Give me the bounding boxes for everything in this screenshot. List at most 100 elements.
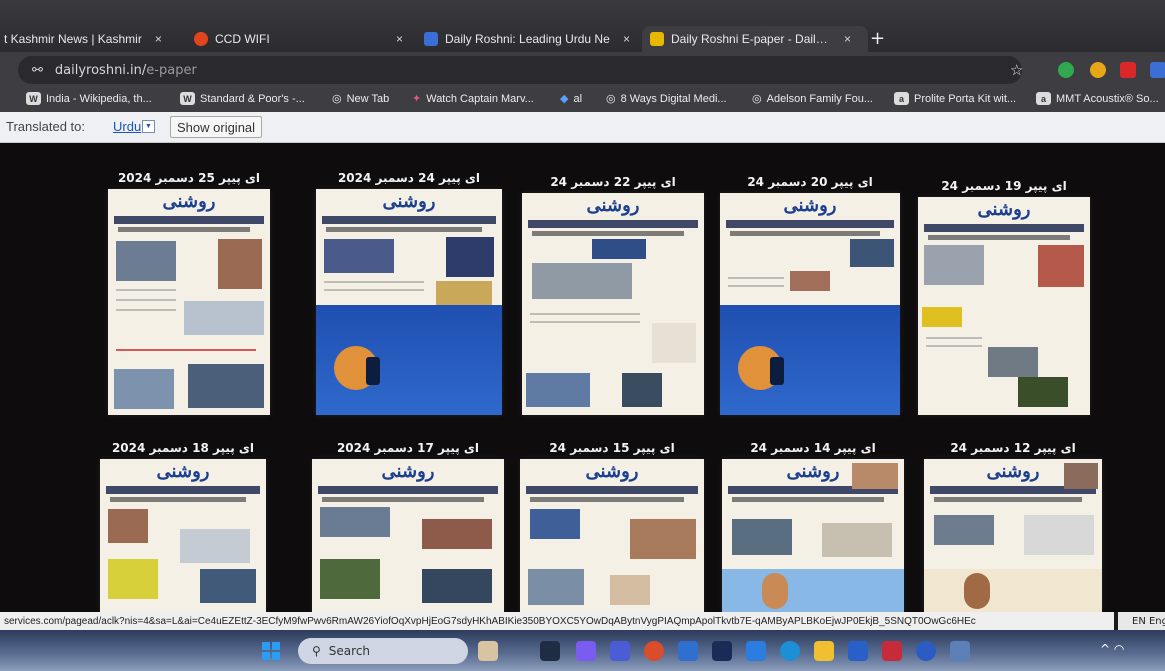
bookmark-item[interactable]: ◎ Adelson Family Fou... bbox=[752, 92, 873, 106]
bookmark-item[interactable]: a Prolite Porta Kit wit... bbox=[894, 92, 1016, 105]
newspaper-page: روشنی bbox=[312, 459, 504, 612]
media-player-icon[interactable] bbox=[916, 641, 936, 661]
bookmark-item[interactable]: W Standard & Poor's -... bbox=[180, 92, 305, 105]
taskbar-search[interactable]: ⚲ Search bbox=[298, 638, 468, 664]
bookmark-item[interactable]: ◎ New Tab bbox=[332, 92, 390, 106]
tab-title: Daily Roshni: Leading Urdu Ne bbox=[445, 32, 610, 46]
copilot-icon[interactable] bbox=[576, 641, 596, 661]
bookmark-item[interactable]: a MMT Acoustix® So... bbox=[1036, 92, 1159, 105]
task-view-icon[interactable] bbox=[540, 641, 560, 661]
windows-start-icon[interactable] bbox=[262, 642, 280, 660]
newspaper-page: روشنی bbox=[108, 189, 270, 415]
teams-icon[interactable] bbox=[610, 641, 630, 661]
mail-icon[interactable] bbox=[746, 641, 766, 661]
show-original-button[interactable]: Show original bbox=[170, 116, 263, 138]
toolbar: ⚯ dailyroshni.in/e-paper ☆ bbox=[0, 52, 1165, 88]
epaper-date: ای پیپر 25 دسمبر 2024 bbox=[117, 171, 261, 185]
app-icon[interactable] bbox=[950, 641, 970, 661]
globe-icon: ◎ bbox=[606, 93, 616, 105]
bookmark-label: New Tab bbox=[346, 92, 390, 105]
epaper-date: ای پیپر 15 دسمبر 24 bbox=[549, 441, 675, 455]
tab-ccd-wifi-close[interactable]: × bbox=[390, 26, 403, 52]
app-icon[interactable] bbox=[712, 641, 732, 661]
bookmark-item[interactable]: ◎ 8 Ways Digital Medi... bbox=[606, 92, 727, 106]
tab-close-icon[interactable]: × bbox=[155, 32, 162, 46]
epaper-date: ای پیپر 20 دسمبر 24 bbox=[747, 175, 873, 189]
tab-ccd-wifi[interactable]: CCD WIFI bbox=[194, 26, 384, 52]
tab-close-icon[interactable]: × bbox=[396, 32, 403, 46]
epaper-date: ای پیپر 22 دسمبر 24 bbox=[550, 175, 676, 189]
translate-label: Translated to: bbox=[6, 119, 86, 134]
address-path: e-paper bbox=[146, 62, 197, 78]
tab-title: CCD WIFI bbox=[215, 32, 270, 46]
address-bar[interactable]: ⚯ dailyroshni.in/e-paper bbox=[18, 56, 1022, 84]
bookmark-label: India - Wikipedia, th... bbox=[46, 92, 152, 105]
translate-language-link[interactable]: Urdu bbox=[113, 119, 141, 134]
masthead: روشنی bbox=[156, 460, 210, 482]
amazon-icon: a bbox=[894, 92, 909, 105]
store-icon[interactable] bbox=[678, 641, 698, 661]
epaper-thumbnail[interactable]: ای پیپر 12 دسمبر 24 روشنی bbox=[924, 441, 1102, 612]
epaper-favicon-icon bbox=[650, 32, 664, 46]
epaper-thumbnail[interactable]: ای پیپر 18 دسمبر 2024 روشنی bbox=[100, 441, 266, 612]
bookmarks-bar: W India - Wikipedia, th... W Standard & Po… bbox=[0, 88, 1165, 112]
epaper-thumbnail[interactable]: ای پیپر 14 دسمبر 24 روشنی bbox=[722, 441, 904, 612]
app-icon[interactable] bbox=[848, 641, 868, 661]
masthead: روشنی bbox=[162, 190, 216, 212]
extension-icon[interactable] bbox=[1150, 62, 1165, 78]
extension-icon[interactable] bbox=[1058, 62, 1074, 78]
extension-icon[interactable] bbox=[1090, 62, 1106, 78]
translate-bar: Translated to: Urdu ▼ Show original bbox=[0, 112, 1165, 143]
globe-icon: ◎ bbox=[332, 93, 342, 105]
bookmark-item[interactable]: ◆ al bbox=[560, 92, 582, 106]
epaper-date: ای پیپر 24 دسمبر 2024 bbox=[337, 171, 481, 185]
tab-title: t Kashmir News | Kashmir bbox=[4, 32, 142, 46]
newspaper-page: روشنی bbox=[316, 189, 502, 415]
edge-icon[interactable] bbox=[780, 641, 800, 661]
tab-close-icon[interactable]: × bbox=[844, 32, 851, 46]
epaper-thumbnail[interactable]: ای پیپر 17 دسمبر 2024 روشنی bbox=[312, 441, 504, 612]
bookmark-label: MMT Acoustix® So... bbox=[1056, 92, 1159, 105]
newspaper-page: روشنی bbox=[520, 459, 704, 612]
epaper-thumbnail[interactable]: ای پیپر 15 دسمبر 24 روشنی bbox=[520, 441, 704, 612]
pdf-extension-icon[interactable] bbox=[1120, 62, 1136, 78]
new-tab-button[interactable]: + bbox=[870, 28, 885, 49]
language-dropdown-icon[interactable]: ▼ bbox=[142, 120, 155, 133]
bookmark-label: Adelson Family Fou... bbox=[766, 92, 873, 105]
globe-icon: ◎ bbox=[752, 93, 762, 105]
file-explorer-icon[interactable] bbox=[814, 641, 834, 661]
masthead: روشنی bbox=[986, 460, 1040, 482]
masthead: روشنی bbox=[586, 194, 640, 216]
site-info-icon[interactable]: ⚯ bbox=[32, 63, 43, 78]
epaper-thumbnail[interactable]: ای پیپر 19 دسمبر 24 روشنی bbox=[918, 179, 1090, 415]
masthead: روشنی bbox=[786, 460, 840, 482]
masthead: روشنی bbox=[381, 460, 435, 482]
bookmark-label: 8 Ways Digital Medi... bbox=[620, 92, 727, 105]
tab-kashmir-news[interactable]: t Kashmir News | Kashmir × bbox=[4, 26, 172, 52]
epaper-thumbnail[interactable]: ای پیپر 20 دسمبر 24 روشنی bbox=[720, 175, 900, 415]
epaper-grid: ای پیپر 25 دسمبر 2024 روشنی ای پیپر 24 د… bbox=[0, 143, 1165, 612]
language-indicator[interactable]: EN Eng bbox=[1118, 612, 1165, 630]
wikipedia-icon: W bbox=[26, 92, 41, 105]
app-icon[interactable] bbox=[882, 641, 902, 661]
amazon-icon: a bbox=[1036, 92, 1051, 105]
tab-daily-roshni-home[interactable]: Daily Roshni: Leading Urdu Ne × bbox=[424, 26, 634, 52]
masthead: روشنی bbox=[977, 198, 1031, 220]
epaper-thumbnail[interactable]: ای پیپر 24 دسمبر 2024 روشنی bbox=[316, 171, 502, 415]
address-host: dailyroshni.in/ bbox=[54, 62, 147, 78]
bookmark-star-icon[interactable]: ☆ bbox=[1010, 61, 1023, 79]
bookmark-item[interactable]: W India - Wikipedia, th... bbox=[26, 92, 152, 105]
ccd-favicon-icon bbox=[194, 32, 208, 46]
tab-daily-roshni-epaper[interactable]: Daily Roshni E-paper - Daily Ro × bbox=[642, 26, 868, 52]
newspaper-page: روشنی bbox=[522, 193, 704, 415]
chrome-icon[interactable] bbox=[644, 641, 664, 661]
bookmark-item[interactable]: ✦ Watch Captain Marv... bbox=[412, 92, 534, 106]
taskbar: ⚲ Search ^ ◠ bbox=[0, 630, 1165, 671]
widget-icon[interactable] bbox=[478, 641, 498, 661]
epaper-date: ای پیپر 19 دسمبر 24 bbox=[941, 179, 1067, 193]
epaper-thumbnail[interactable]: ای پیپر 25 دسمبر 2024 روشنی bbox=[108, 171, 270, 415]
captain-marvel-icon: ✦ bbox=[412, 93, 422, 105]
system-tray[interactable]: ^ ◠ bbox=[1100, 642, 1124, 656]
epaper-thumbnail[interactable]: ای پیپر 22 دسمبر 24 روشنی bbox=[522, 175, 704, 415]
tab-close-icon[interactable]: × bbox=[623, 32, 630, 46]
